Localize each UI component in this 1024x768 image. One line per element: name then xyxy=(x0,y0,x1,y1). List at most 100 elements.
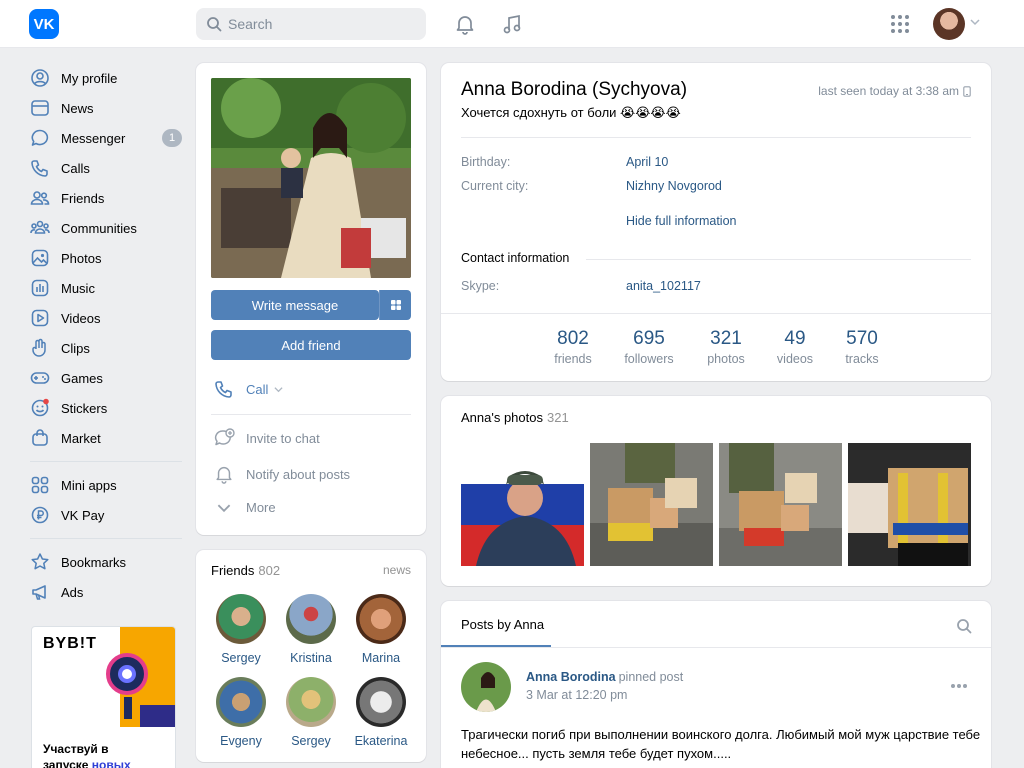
photo-thumbnail[interactable] xyxy=(461,443,584,566)
photo-thumbnail[interactable] xyxy=(848,443,971,566)
city-label: Current city: xyxy=(461,179,529,193)
sidebar-item-label: Clips xyxy=(61,340,90,356)
birthday-value[interactable]: April 10 xyxy=(626,155,668,169)
sidebar-item-label: Videos xyxy=(61,310,101,326)
sidebar-item-label: Messenger xyxy=(61,130,126,146)
divider xyxy=(586,259,971,260)
more-options-icon[interactable] xyxy=(950,683,968,689)
friends-count: 802 xyxy=(258,563,281,578)
photo-thumbnail[interactable] xyxy=(719,443,842,566)
ad-brand-logo: BYB!T xyxy=(43,635,97,652)
sidebar-item-friends[interactable]: Friends xyxy=(30,183,182,213)
sidebar-item-mini-apps[interactable]: Mini apps xyxy=(30,470,182,500)
post-header: Anna Borodina pinned post xyxy=(526,670,683,684)
friend-item[interactable]: Marina xyxy=(346,594,416,665)
write-message-button[interactable]: Write message xyxy=(211,290,379,320)
hide-info-link[interactable]: Hide full information xyxy=(626,214,736,228)
sidebar-item-label: Ads xyxy=(61,584,84,600)
phone-icon xyxy=(213,379,235,399)
notify-posts-button[interactable]: Notify about posts xyxy=(213,464,350,484)
ad-card-illustration xyxy=(140,705,175,727)
ad-text-highlight: новых xyxy=(91,758,131,768)
sidebar-item-calls[interactable]: Calls xyxy=(30,153,182,183)
call-label: Call xyxy=(246,381,269,397)
skype-label: Skype: xyxy=(461,279,500,293)
sidebar-item-news[interactable]: News xyxy=(30,93,182,123)
sidebar-item-photos[interactable]: Photos xyxy=(30,243,182,273)
sidebar-advertisement[interactable]: BYB!T Участвуй в запуске новых xyxy=(31,626,176,768)
more-button[interactable]: More xyxy=(213,500,276,515)
sidebar-item-music[interactable]: Music xyxy=(30,273,182,303)
last-seen-text: last seen today at 3:38 am xyxy=(818,84,959,98)
counter-videos[interactable]: 49 videos xyxy=(760,328,830,366)
post-author-avatar[interactable] xyxy=(461,662,511,712)
sidebar-item-clips[interactable]: Clips xyxy=(30,333,182,363)
counter-tracks[interactable]: 570 tracks xyxy=(827,328,897,366)
photos-icon xyxy=(30,248,50,268)
post-author-name[interactable]: Anna Borodina xyxy=(526,670,616,684)
divider xyxy=(461,137,971,138)
music-note-icon[interactable] xyxy=(500,12,524,36)
sidebar-item-my-profile[interactable]: My profile xyxy=(30,63,182,93)
friend-item[interactable]: Ekaterina xyxy=(346,677,416,748)
counter-followers[interactable]: 695 followers xyxy=(614,328,684,366)
chevron-down-icon[interactable] xyxy=(970,17,980,27)
friend-item[interactable]: Kristina xyxy=(276,594,346,665)
friend-item[interactable]: Sergey xyxy=(206,594,276,665)
counter-number: 695 xyxy=(633,328,665,349)
gift-icon xyxy=(390,300,401,310)
counter-number: 49 xyxy=(784,328,806,349)
sidebar-item-label: Photos xyxy=(61,250,102,266)
sidebar-item-label: My profile xyxy=(61,70,118,86)
friends-title[interactable]: Friends 802 xyxy=(211,563,280,578)
bookmarks-icon xyxy=(30,552,50,572)
sidebar-item-vk-pay[interactable]: VK Pay xyxy=(30,500,182,530)
post-date[interactable]: 3 Mar at 12:20 pm xyxy=(526,688,627,702)
market-icon xyxy=(30,428,50,448)
photo-thumbnail[interactable] xyxy=(590,443,713,566)
user-avatar[interactable] xyxy=(933,8,965,40)
sidebar-item-ads[interactable]: Ads xyxy=(30,577,182,607)
vk-logo[interactable]: VK xyxy=(29,9,59,39)
sidebar-item-stickers[interactable]: Stickers xyxy=(30,393,182,423)
gift-button[interactable] xyxy=(379,290,411,320)
sidebar-item-games[interactable]: Games xyxy=(30,363,182,393)
friends-title-label: Friends xyxy=(211,563,255,578)
add-friend-button[interactable]: Add friend xyxy=(211,330,411,360)
chevron-down-icon xyxy=(213,501,235,515)
search-icon[interactable] xyxy=(956,618,972,634)
sidebar-item-market[interactable]: Market xyxy=(30,423,182,453)
counter-photos[interactable]: 321 photos xyxy=(691,328,761,366)
bell-icon xyxy=(213,464,235,484)
invite-to-chat-button[interactable]: Invite to chat xyxy=(213,428,320,448)
bell-icon[interactable] xyxy=(453,12,477,36)
friend-avatar xyxy=(356,677,406,727)
city-value[interactable]: Nizhny Novgorod xyxy=(626,179,722,193)
sidebar-item-label: Stickers xyxy=(61,400,108,416)
call-button[interactable]: Call xyxy=(213,379,283,399)
sidebar-divider xyxy=(30,461,182,462)
sidebar-item-label: Calls xyxy=(61,160,90,176)
unread-badge: 1 xyxy=(162,129,182,147)
friends-news-link[interactable]: news xyxy=(383,563,411,577)
sidebar-item-messenger[interactable]: Messenger 1 xyxy=(30,123,182,153)
sidebar-item-label: Games xyxy=(61,370,103,386)
profile-photo[interactable] xyxy=(211,78,411,278)
sidebar-item-bookmarks[interactable]: Bookmarks xyxy=(30,547,182,577)
sidebar-item-communities[interactable]: Communities xyxy=(30,213,182,243)
sidebar-item-videos[interactable]: Videos xyxy=(30,303,182,333)
apps-grid-icon[interactable] xyxy=(888,12,912,36)
search-box[interactable] xyxy=(196,8,426,40)
communities-icon xyxy=(30,218,50,238)
chevron-down-icon xyxy=(274,386,283,392)
tab-posts-by-anna[interactable]: Posts by Anna xyxy=(461,617,544,632)
friend-item[interactable]: Sergey xyxy=(276,677,346,748)
friend-item[interactable]: Evgeny xyxy=(206,677,276,748)
ad-text-line2: запуске новых xyxy=(43,757,131,768)
search-input[interactable] xyxy=(228,16,408,32)
skype-value[interactable]: anita_102117 xyxy=(626,279,701,293)
photos-title[interactable]: Anna's photos 321 xyxy=(461,410,569,425)
counter-friends[interactable]: 802 friends xyxy=(538,328,608,366)
invite-to-chat-label: Invite to chat xyxy=(246,430,320,446)
profile-status: Хочется сдохнуть от боли 😭😭😭😭 xyxy=(461,105,681,120)
